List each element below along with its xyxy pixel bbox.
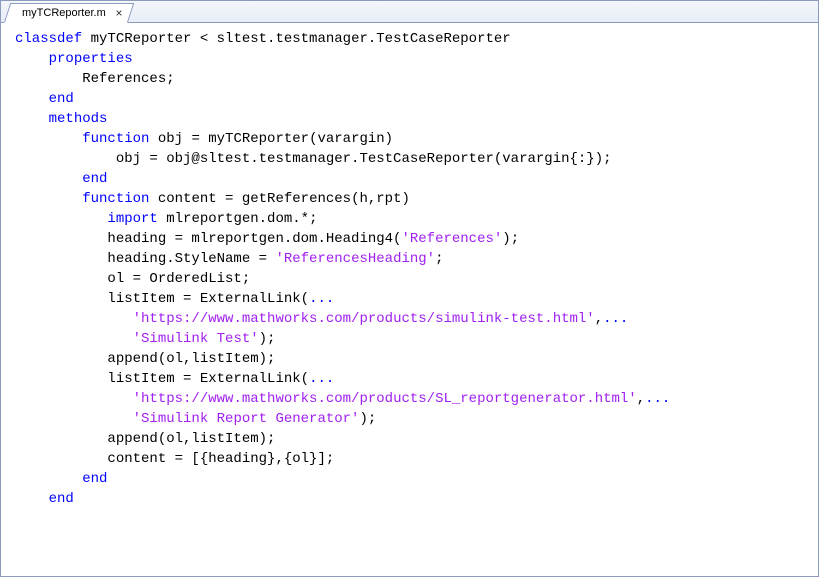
code-line: classdef myTCReporter < sltest.testmanag… (15, 29, 814, 49)
tab-bar: myTCReporter.m × (1, 1, 818, 23)
code-line: 'Simulink Report Generator'); (15, 409, 814, 429)
close-icon[interactable]: × (112, 6, 126, 20)
code-text: heading.StyleName = (15, 251, 275, 267)
editor-window: myTCReporter.m × classdef myTCReporter <… (0, 0, 819, 577)
code-text: myTCReporter < sltest.testmanager.TestCa… (82, 31, 510, 47)
indent (15, 471, 82, 487)
code-line: end (15, 469, 814, 489)
keyword: end (82, 471, 107, 487)
string-literal: 'https://www.mathworks.com/products/simu… (133, 311, 595, 327)
code-text: mlreportgen.dom.*; (158, 211, 318, 227)
code-text: ; (435, 251, 443, 267)
code-text: ); (259, 331, 276, 347)
code-text: ); (359, 411, 376, 427)
code-line: 'Simulink Test'); (15, 329, 814, 349)
indent (15, 491, 49, 507)
code-text: obj = myTCReporter(varargin) (149, 131, 393, 147)
code-editor[interactable]: classdef myTCReporter < sltest.testmanag… (1, 23, 818, 576)
keyword: classdef (15, 31, 82, 47)
indent (15, 191, 82, 207)
string-literal: 'ReferencesHeading' (275, 251, 435, 267)
keyword: properties (49, 51, 133, 67)
string-literal: 'References' (401, 231, 502, 247)
code-line: append(ol,listItem); (15, 429, 814, 449)
code-text: heading = mlreportgen.dom.Heading4( (15, 231, 401, 247)
keyword: function (82, 131, 149, 147)
indent (15, 171, 82, 187)
indent (15, 331, 133, 347)
code-line: append(ol,listItem); (15, 349, 814, 369)
code-text: , (637, 391, 645, 407)
keyword: end (49, 491, 74, 507)
code-line: end (15, 89, 814, 109)
code-line: obj = obj@sltest.testmanager.TestCaseRep… (15, 149, 814, 169)
code-line: References; (15, 69, 814, 89)
code-line: end (15, 169, 814, 189)
indent (15, 111, 49, 127)
code-line: function content = getReferences(h,rpt) (15, 189, 814, 209)
continuation: ... (603, 311, 628, 327)
file-tab[interactable]: myTCReporter.m × (4, 3, 134, 23)
continuation: ... (309, 291, 334, 307)
continuation: ... (645, 391, 670, 407)
code-line: ol = OrderedList; (15, 269, 814, 289)
string-literal: 'Simulink Test' (133, 331, 259, 347)
code-line: properties (15, 49, 814, 69)
code-text: ); (502, 231, 519, 247)
string-literal: 'https://www.mathworks.com/products/SL_r… (133, 391, 637, 407)
code-line: heading.StyleName = 'ReferencesHeading'; (15, 249, 814, 269)
keyword: methods (49, 111, 108, 127)
indent (15, 411, 133, 427)
code-text: listItem = ExternalLink( (15, 371, 309, 387)
code-line: function obj = myTCReporter(varargin) (15, 129, 814, 149)
code-text: content = getReferences(h,rpt) (149, 191, 409, 207)
code-line: methods (15, 109, 814, 129)
keyword: function (82, 191, 149, 207)
code-text: listItem = ExternalLink( (15, 291, 309, 307)
indent (15, 391, 133, 407)
keyword: import (107, 211, 157, 227)
string-literal: 'Simulink Report Generator' (133, 411, 360, 427)
code-line: listItem = ExternalLink(... (15, 369, 814, 389)
keyword: end (82, 171, 107, 187)
code-line: listItem = ExternalLink(... (15, 289, 814, 309)
code-text: , (595, 311, 603, 327)
code-line: heading = mlreportgen.dom.Heading4('Refe… (15, 229, 814, 249)
tab-filename: myTCReporter.m (22, 7, 112, 19)
indent (15, 51, 49, 67)
indent (15, 311, 133, 327)
continuation: ... (309, 371, 334, 387)
keyword: end (49, 91, 74, 107)
code-line: import mlreportgen.dom.*; (15, 209, 814, 229)
indent (15, 211, 107, 227)
indent (15, 91, 49, 107)
code-line: content = [{heading},{ol}]; (15, 449, 814, 469)
code-line: 'https://www.mathworks.com/products/SL_r… (15, 389, 814, 409)
code-line: end (15, 489, 814, 509)
code-line: 'https://www.mathworks.com/products/simu… (15, 309, 814, 329)
indent (15, 131, 82, 147)
